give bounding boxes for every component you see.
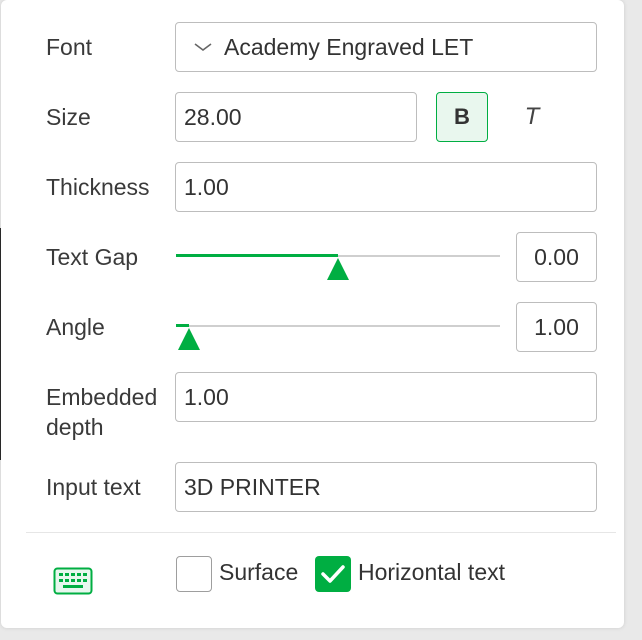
horizontal-text-checkbox[interactable] [315,556,351,592]
text-gap-slider[interactable] [176,242,500,280]
input-text-value: 3D PRINTER [184,473,321,500]
text-gap-input[interactable]: 0.00 [516,232,597,282]
size-value: 28.00 [184,103,242,130]
font-select-value: Academy Engraved LET [224,33,474,60]
bold-icon: B [454,104,470,129]
thickness-input[interactable]: 1.00 [175,162,597,212]
embedded-depth-label: Embedded depth [46,382,157,442]
embedded-depth-label-line2: depth [46,414,104,440]
size-label: Size [46,104,91,130]
text-gap-label: Text Gap [46,244,139,270]
angle-input[interactable]: 1.00 [516,302,597,352]
input-text-field[interactable]: 3D PRINTER [175,462,597,512]
font-label: Font [46,34,93,60]
keyboard-icon[interactable] [53,567,93,595]
embedded-depth-label-line1: Embedded [46,384,158,410]
surface-checkbox-label: Surface [219,559,299,585]
input-text-label: Input text [46,474,141,500]
size-input[interactable]: 28.00 [175,92,417,142]
italic-icon: T [524,103,540,130]
thickness-label: Thickness [46,174,150,200]
slider-fill [176,324,189,327]
slider-fill [176,254,338,257]
font-select[interactable]: Academy Engraved LET [175,22,597,72]
italic-button[interactable]: T [506,92,558,142]
slider-thumb[interactable] [177,328,200,350]
angle-value: 1.00 [534,313,579,340]
embedded-depth-value: 1.00 [184,383,229,410]
divider [26,532,616,533]
angle-label: Angle [46,314,105,340]
text-tool-panel: Font Academy Engraved LET Size 28.00 B T… [1,0,624,628]
surface-checkbox[interactable] [176,556,212,592]
slider-thumb[interactable] [327,258,349,280]
slider-track [176,325,500,327]
angle-slider[interactable] [176,312,500,350]
embedded-depth-input[interactable]: 1.00 [175,372,597,422]
chevron-down-icon [194,43,212,51]
horizontal-text-checkbox-label: Horizontal text [358,559,506,585]
thickness-value: 1.00 [184,173,229,200]
checkmark-icon [321,565,345,583]
bold-button[interactable]: B [436,92,488,142]
text-gap-value: 0.00 [534,243,579,270]
